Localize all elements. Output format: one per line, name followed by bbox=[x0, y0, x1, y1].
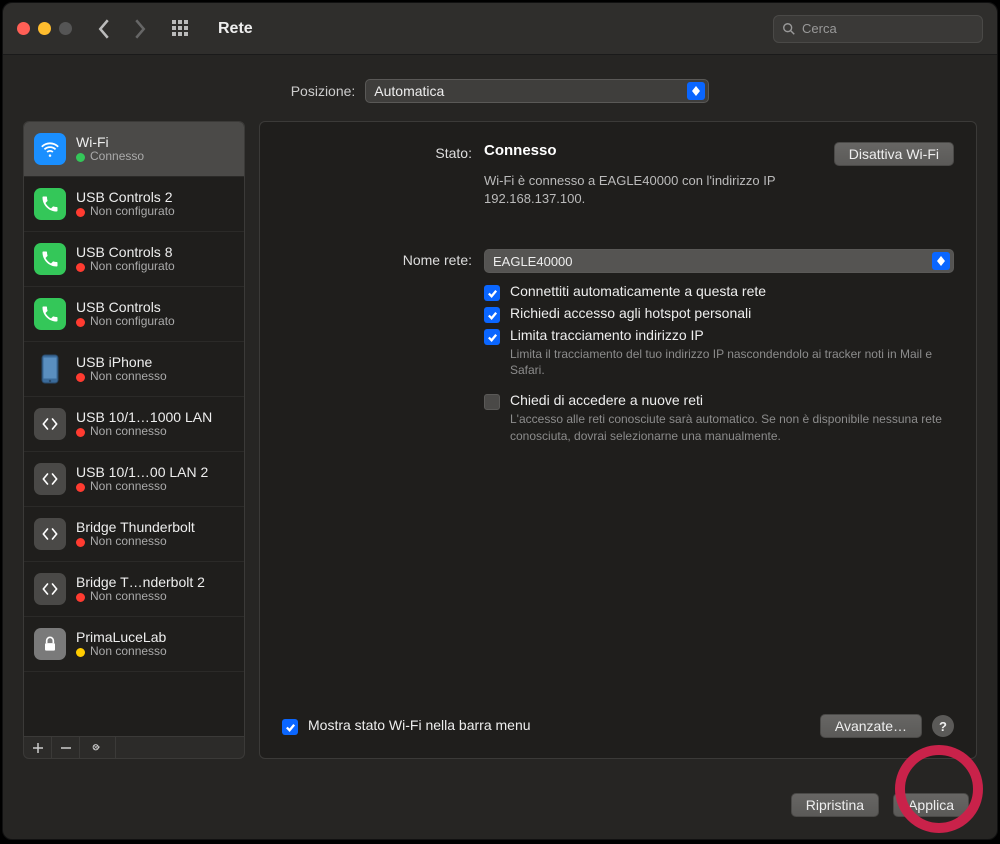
search-icon bbox=[782, 22, 796, 36]
back-button[interactable] bbox=[92, 11, 116, 47]
zoom-icon[interactable] bbox=[59, 22, 72, 35]
sidebar-item-primalucelab[interactable]: PrimaLuceLabNon connesso bbox=[24, 617, 244, 672]
status-label: Stato: bbox=[282, 142, 472, 207]
footer: Ripristina Applica bbox=[3, 779, 997, 839]
network-value: EAGLE40000 bbox=[493, 254, 573, 269]
chevron-updown-icon bbox=[687, 82, 705, 100]
show-in-menubar-checkbox[interactable] bbox=[282, 719, 298, 735]
chevron-updown-icon bbox=[932, 252, 950, 270]
search-placeholder: Cerca bbox=[802, 21, 837, 36]
network-label: Nome rete: bbox=[282, 249, 472, 448]
location-value: Automatica bbox=[374, 83, 444, 99]
sidebar-item-usb-10-1-1000-lan[interactable]: USB 10/1…1000 LANNon connesso bbox=[24, 397, 244, 452]
ask-hotspot-label: Richiedi accesso agli hotspot personali bbox=[510, 305, 751, 321]
close-icon[interactable] bbox=[17, 22, 30, 35]
sidebar-item-usb-10-1-00-lan-2[interactable]: USB 10/1…00 LAN 2Non connesso bbox=[24, 452, 244, 507]
search-input[interactable]: Cerca bbox=[773, 15, 983, 43]
add-service-button[interactable] bbox=[24, 737, 52, 758]
sidebar-item-bridge-t-nderbolt-2[interactable]: Bridge T…nderbolt 2Non connesso bbox=[24, 562, 244, 617]
sidebar-item-usb-controls[interactable]: USB ControlsNon configurato bbox=[24, 287, 244, 342]
service-actions-button[interactable] bbox=[80, 737, 116, 758]
sidebar-item-bridge-thunderbolt[interactable]: Bridge ThunderboltNon connesso bbox=[24, 507, 244, 562]
ask-new-networks-label: Chiedi di accedere a nuove reti bbox=[510, 392, 954, 408]
services-list[interactable]: Wi-FiConnessoUSB Controls 2Non configura… bbox=[23, 121, 245, 737]
auto-connect-checkbox[interactable] bbox=[484, 285, 500, 301]
window-controls bbox=[17, 22, 72, 35]
ask-new-networks-desc: L'accesso alle reti conosciute sarà auto… bbox=[510, 411, 954, 443]
status-detail: Wi-Fi è connesso a EAGLE40000 con l'indi… bbox=[484, 172, 824, 207]
limit-tracking-checkbox[interactable] bbox=[484, 329, 500, 345]
forward-button[interactable] bbox=[128, 11, 152, 47]
sidebar-item-usb-iphone[interactable]: USB iPhoneNon connesso bbox=[24, 342, 244, 397]
status-value: Connesso bbox=[484, 142, 834, 159]
sidebar-item-wi-fi[interactable]: Wi-FiConnesso bbox=[24, 122, 244, 177]
services-toolbar bbox=[23, 737, 245, 759]
location-label: Posizione: bbox=[291, 83, 356, 99]
network-select[interactable]: EAGLE40000 bbox=[484, 249, 954, 273]
location-row: Posizione: Automatica bbox=[3, 55, 997, 121]
help-button[interactable]: ? bbox=[932, 715, 954, 737]
window-title: Rete bbox=[218, 20, 253, 38]
grid-icon[interactable] bbox=[172, 20, 190, 38]
disable-wifi-button[interactable]: Disattiva Wi-Fi bbox=[834, 142, 954, 166]
sidebar-item-usb-controls-8[interactable]: USB Controls 8Non configurato bbox=[24, 232, 244, 287]
revert-button[interactable]: Ripristina bbox=[791, 793, 879, 817]
apply-button[interactable]: Applica bbox=[893, 793, 969, 817]
ask-new-networks-checkbox[interactable] bbox=[484, 394, 500, 410]
limit-tracking-desc: Limita il tracciamento del tuo indirizzo… bbox=[510, 346, 954, 378]
ask-hotspot-checkbox[interactable] bbox=[484, 307, 500, 323]
location-select[interactable]: Automatica bbox=[365, 79, 709, 103]
remove-service-button[interactable] bbox=[52, 737, 80, 758]
service-details: Stato: Connesso Disattiva Wi-Fi Wi-Fi è … bbox=[259, 121, 977, 759]
limit-tracking-label: Limita tracciamento indirizzo IP bbox=[510, 327, 954, 343]
minimize-icon[interactable] bbox=[38, 22, 51, 35]
services-sidebar: Wi-FiConnessoUSB Controls 2Non configura… bbox=[23, 121, 245, 759]
titlebar: Rete Cerca bbox=[3, 3, 997, 55]
show-in-menubar-label: Mostra stato Wi-Fi nella barra menu bbox=[308, 717, 531, 733]
advanced-button[interactable]: Avanzate… bbox=[820, 714, 922, 738]
sidebar-item-usb-controls-2[interactable]: USB Controls 2Non configurato bbox=[24, 177, 244, 232]
auto-connect-label: Connettiti automaticamente a questa rete bbox=[510, 283, 766, 299]
